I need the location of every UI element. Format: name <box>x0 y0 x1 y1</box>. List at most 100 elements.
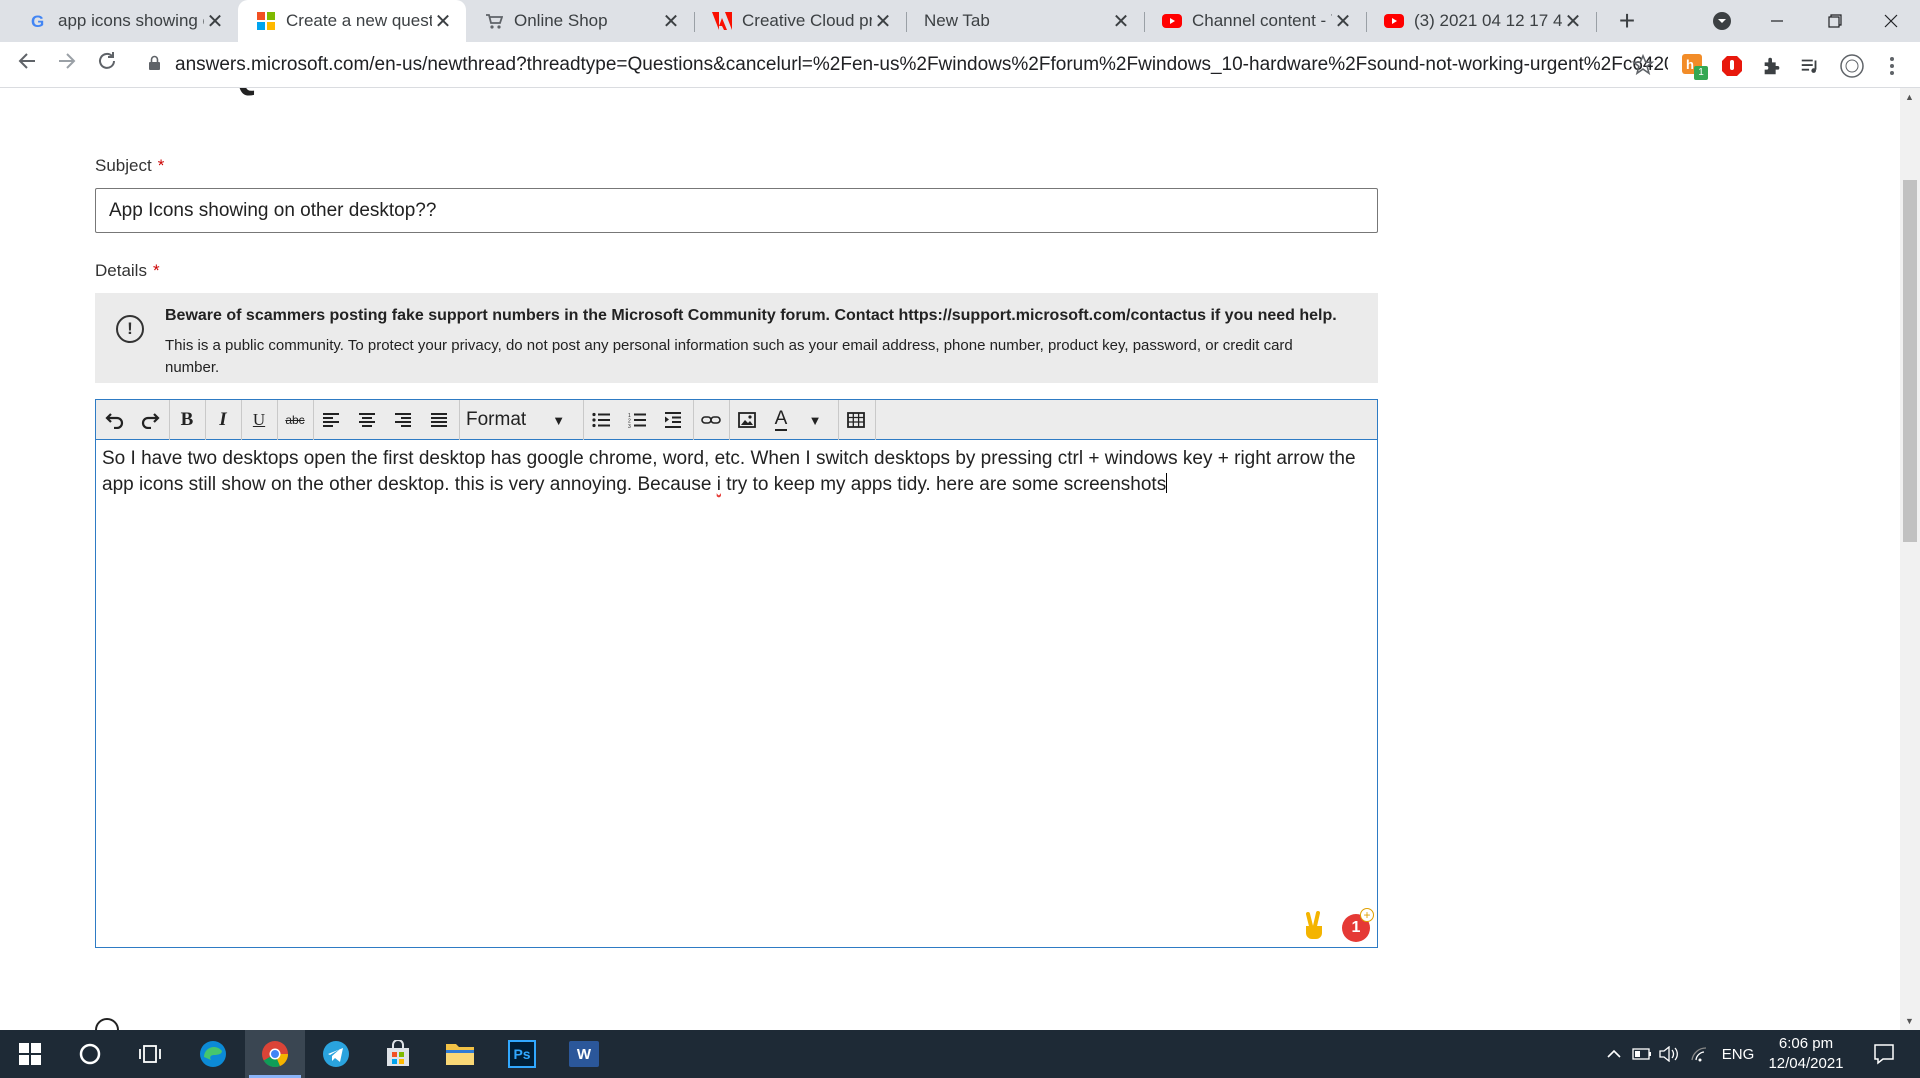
tab-title: app icons showing on other desktop <box>58 11 204 30</box>
extension-badge: 1 <box>1694 66 1708 80</box>
reload-button[interactable] <box>92 50 122 80</box>
tab-new-tab[interactable]: New Tab ✕ <box>906 0 1144 42</box>
minimize-button[interactable] <box>1748 0 1806 42</box>
scroll-up-icon[interactable]: ▲ <box>1905 92 1914 102</box>
extension-adblock[interactable] <box>1718 52 1746 80</box>
italic-button[interactable]: I <box>206 405 240 435</box>
action-center-button[interactable] <box>1866 1030 1902 1078</box>
tab-strip: G app icons showing on other desktop ✕ C… <box>0 0 1920 42</box>
tab-search-button[interactable] <box>1693 0 1751 42</box>
chrome-app[interactable] <box>245 1030 305 1078</box>
forward-button[interactable] <box>52 50 82 80</box>
close-icon[interactable]: ✕ <box>660 9 682 34</box>
puzzle-icon <box>1764 57 1780 75</box>
cortana-button[interactable] <box>60 1030 120 1078</box>
store-app[interactable] <box>368 1030 428 1078</box>
close-icon[interactable]: ✕ <box>872 9 894 34</box>
svg-text:G: G <box>31 12 44 30</box>
address-bar[interactable]: answers.microsoft.com/en-us/newthread?th… <box>138 48 1668 82</box>
tab-online-shop[interactable]: Online Shop ✕ <box>466 0 694 42</box>
extensions-button[interactable] <box>1758 52 1786 80</box>
back-button[interactable] <box>12 50 42 80</box>
align-right-button[interactable] <box>386 405 420 435</box>
edge-app[interactable] <box>183 1030 243 1078</box>
strikethrough-button[interactable]: abc <box>278 405 312 435</box>
telegram-icon <box>323 1041 349 1067</box>
file-explorer-app[interactable] <box>430 1030 490 1078</box>
indent-button[interactable] <box>656 405 690 435</box>
text-cursor <box>1166 473 1168 493</box>
tab-create-question[interactable]: Create a new question or start a discuss… <box>238 0 466 42</box>
google-icon: G <box>28 11 48 31</box>
bold-button[interactable]: B <box>170 405 204 435</box>
align-center-button[interactable] <box>350 405 384 435</box>
volume-button[interactable] <box>1658 1030 1682 1078</box>
redo-button[interactable] <box>133 405 167 435</box>
telegram-app[interactable] <box>306 1030 366 1078</box>
battery-button[interactable] <box>1630 1030 1654 1078</box>
font-color-caret[interactable]: ▼ <box>804 405 826 435</box>
tab-creative-cloud[interactable]: Creative Cloud pricing ✕ <box>694 0 906 42</box>
chrome-menu-button[interactable] <box>1878 52 1906 80</box>
tab-title: Online Shop <box>514 11 608 30</box>
underline-button[interactable]: U <box>242 405 276 435</box>
windows-taskbar: Ps W ENG 6:06 pm 12/04/2021 <box>0 1030 1920 1078</box>
table-icon <box>847 412 865 428</box>
align-justify-button[interactable] <box>422 405 456 435</box>
subject-input[interactable]: App Icons showing on other desktop?? <box>95 188 1378 233</box>
scroll-down-icon[interactable]: ▼ <box>1905 1016 1914 1026</box>
extension-honey[interactable]: h 1 <box>1680 52 1708 80</box>
page-title: Ask a Question <box>95 88 415 98</box>
bullet-list-button[interactable] <box>584 405 618 435</box>
photoshop-icon: Ps <box>508 1040 536 1068</box>
word-app[interactable]: W <box>554 1030 614 1078</box>
close-icon[interactable]: ✕ <box>1332 9 1354 34</box>
subject-value: App Icons showing on other desktop?? <box>109 199 437 221</box>
close-icon[interactable]: ✕ <box>204 9 226 34</box>
battery-icon <box>1632 1048 1651 1060</box>
tab-youtube-video[interactable]: (3) 2021 04 12 17 49 25 ✕ <box>1366 0 1596 42</box>
close-icon[interactable]: ✕ <box>1562 9 1584 34</box>
show-hidden-icons-button[interactable] <box>1602 1030 1626 1078</box>
speaker-icon <box>1659 1046 1678 1062</box>
star-icon <box>1632 54 1654 76</box>
new-tab-button[interactable]: + <box>1612 6 1642 36</box>
tab-google-search[interactable]: G app icons showing on other desktop ✕ <box>10 0 238 42</box>
youtube-icon <box>1384 11 1404 31</box>
editor-body[interactable]: So I have two desktops open the first de… <box>102 446 1362 498</box>
close-window-button[interactable] <box>1862 0 1920 42</box>
chrome-icon <box>262 1041 288 1068</box>
clock-date: 12/04/2021 <box>1768 1055 1844 1072</box>
task-view-button[interactable] <box>120 1030 180 1078</box>
undo-button[interactable] <box>98 405 132 435</box>
profile-avatar[interactable] <box>1838 52 1866 80</box>
numbered-list-button[interactable]: 123 <box>620 405 654 435</box>
insert-image-button[interactable] <box>730 405 764 435</box>
restore-button[interactable] <box>1806 0 1864 42</box>
close-icon[interactable]: ✕ <box>432 9 454 34</box>
redo-icon <box>141 413 160 429</box>
image-icon <box>738 412 756 428</box>
tab-youtube-studio[interactable]: Channel content - YouTube Studio ✕ <box>1144 0 1366 42</box>
victory-hand-icon[interactable] <box>1300 910 1328 940</box>
insert-link-button[interactable] <box>694 405 728 435</box>
format-dropdown[interactable]: Format ▼ <box>466 405 576 435</box>
radio-button[interactable] <box>95 1018 119 1030</box>
close-icon[interactable]: ✕ <box>1110 9 1132 34</box>
details-editor[interactable]: B I U abc Format ▼ 1 2 3 A ▼ So I have t… <box>95 399 1378 948</box>
align-left-button[interactable] <box>314 405 348 435</box>
photoshop-app[interactable]: Ps <box>492 1030 552 1078</box>
scrollbar-thumb[interactable] <box>1903 180 1917 542</box>
wifi-button[interactable] <box>1688 1030 1712 1078</box>
font-color-button[interactable]: A <box>764 405 798 435</box>
clock[interactable]: 6:06 pm 12/04/2021 <box>1756 1034 1856 1074</box>
cart-icon <box>484 11 504 31</box>
insert-table-button[interactable] <box>839 405 873 435</box>
exclamation-icon: ! <box>116 315 144 343</box>
reading-list-button[interactable] <box>1796 52 1824 80</box>
language-indicator[interactable]: ENG <box>1716 1030 1760 1078</box>
bookmark-star-button[interactable] <box>1629 51 1657 79</box>
start-button[interactable] <box>0 1030 60 1078</box>
bullet-list-icon <box>592 412 610 428</box>
stop-hand-icon <box>1722 56 1742 76</box>
